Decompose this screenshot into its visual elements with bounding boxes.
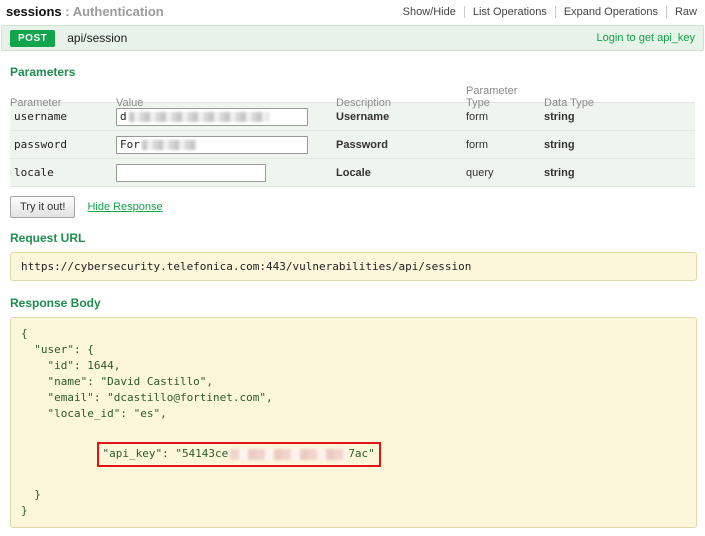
username-input[interactable]: d xyxy=(116,108,308,126)
response-body-heading: Response Body xyxy=(10,296,695,310)
hide-response-link[interactable]: Hide Response xyxy=(87,201,162,213)
param-data-type: string xyxy=(544,167,695,179)
api-key-highlight-box: "api_key": "54143ce 7ac" xyxy=(97,442,380,467)
endpoint-bar[interactable]: POST api/session Login to get api_key xyxy=(1,25,704,51)
col-data-type: Data Type xyxy=(544,97,695,109)
col-parameter: Parameter xyxy=(10,97,116,109)
table-header-row: Parameter Value Description Parameter Ty… xyxy=(10,85,695,103)
api-key-suffix: 7ac" xyxy=(348,447,375,460)
json-line: "id": 1644, xyxy=(21,358,686,374)
api-key-line: "api_key": "54143ce 7ac" xyxy=(21,422,686,487)
locale-input[interactable] xyxy=(116,164,266,182)
param-data-type: string xyxy=(544,139,695,151)
table-row: password For Password form string xyxy=(10,131,695,159)
show-hide-link[interactable]: Show/Hide xyxy=(395,6,464,18)
username-value: d xyxy=(120,110,127,123)
login-api-key-link[interactable]: Login to get api_key xyxy=(597,32,695,44)
parameters-section: Parameters Parameter Value Description P… xyxy=(0,65,705,218)
resource-description: : Authentication xyxy=(62,4,164,19)
response-body-section: Response Body { "user": { "id": 1644, "n… xyxy=(0,296,705,528)
page-title: sessions : Authentication xyxy=(6,4,164,19)
parameters-heading: Parameters xyxy=(10,65,695,79)
resource-name: sessions xyxy=(6,4,62,19)
param-name-password: password xyxy=(10,138,116,151)
param-description: Locale xyxy=(336,167,466,179)
json-line: { xyxy=(21,326,686,342)
top-nav: Show/Hide List Operations Expand Operati… xyxy=(395,4,699,18)
param-type: form xyxy=(466,111,544,123)
redacted-api-key xyxy=(230,449,348,460)
expand-operations-link[interactable]: Expand Operations xyxy=(555,6,666,18)
parameters-table: Parameter Value Description Parameter Ty… xyxy=(10,85,695,187)
request-url-section: Request URL https://cybersecurity.telefo… xyxy=(0,231,705,281)
list-operations-link[interactable]: List Operations xyxy=(464,6,555,18)
json-line: "name": "David Castillo", xyxy=(21,374,686,390)
response-body-box: { "user": { "id": 1644, "name": "David C… xyxy=(10,317,697,528)
json-line: "user": { xyxy=(21,342,686,358)
endpoint-path[interactable]: api/session xyxy=(67,31,127,45)
col-description: Description xyxy=(336,97,466,109)
param-type: query xyxy=(466,167,544,179)
table-row: locale Locale query string xyxy=(10,159,695,187)
password-value: For xyxy=(120,138,140,151)
param-data-type: string xyxy=(544,111,695,123)
json-line: } xyxy=(21,487,686,503)
redacted-password xyxy=(142,140,197,150)
request-url-heading: Request URL xyxy=(10,231,695,245)
json-line: "locale_id": "es", xyxy=(21,406,686,422)
param-type: form xyxy=(466,139,544,151)
redacted-username xyxy=(129,112,269,122)
http-method-badge[interactable]: POST xyxy=(10,30,55,47)
actions-row: Try it out! Hide Response xyxy=(10,196,695,218)
json-line: } xyxy=(21,503,686,519)
param-description: Username xyxy=(336,111,466,123)
password-input[interactable]: For xyxy=(116,136,308,154)
raw-link[interactable]: Raw xyxy=(666,6,699,18)
json-line: "email": "dcastillo@fortinet.com", xyxy=(21,390,686,406)
param-name-username: username xyxy=(10,110,116,123)
swagger-page: sessions : Authentication Show/Hide List… xyxy=(0,0,705,536)
param-name-locale: locale xyxy=(10,166,116,179)
api-key-prefix: "api_key": "54143ce xyxy=(102,447,228,460)
request-url-box: https://cybersecurity.telefonica.com:443… xyxy=(10,252,697,281)
param-description: Password xyxy=(336,139,466,151)
col-parameter-type: Parameter Type xyxy=(466,85,544,109)
try-it-out-button[interactable]: Try it out! xyxy=(10,196,75,218)
top-bar: sessions : Authentication Show/Hide List… xyxy=(0,0,705,22)
